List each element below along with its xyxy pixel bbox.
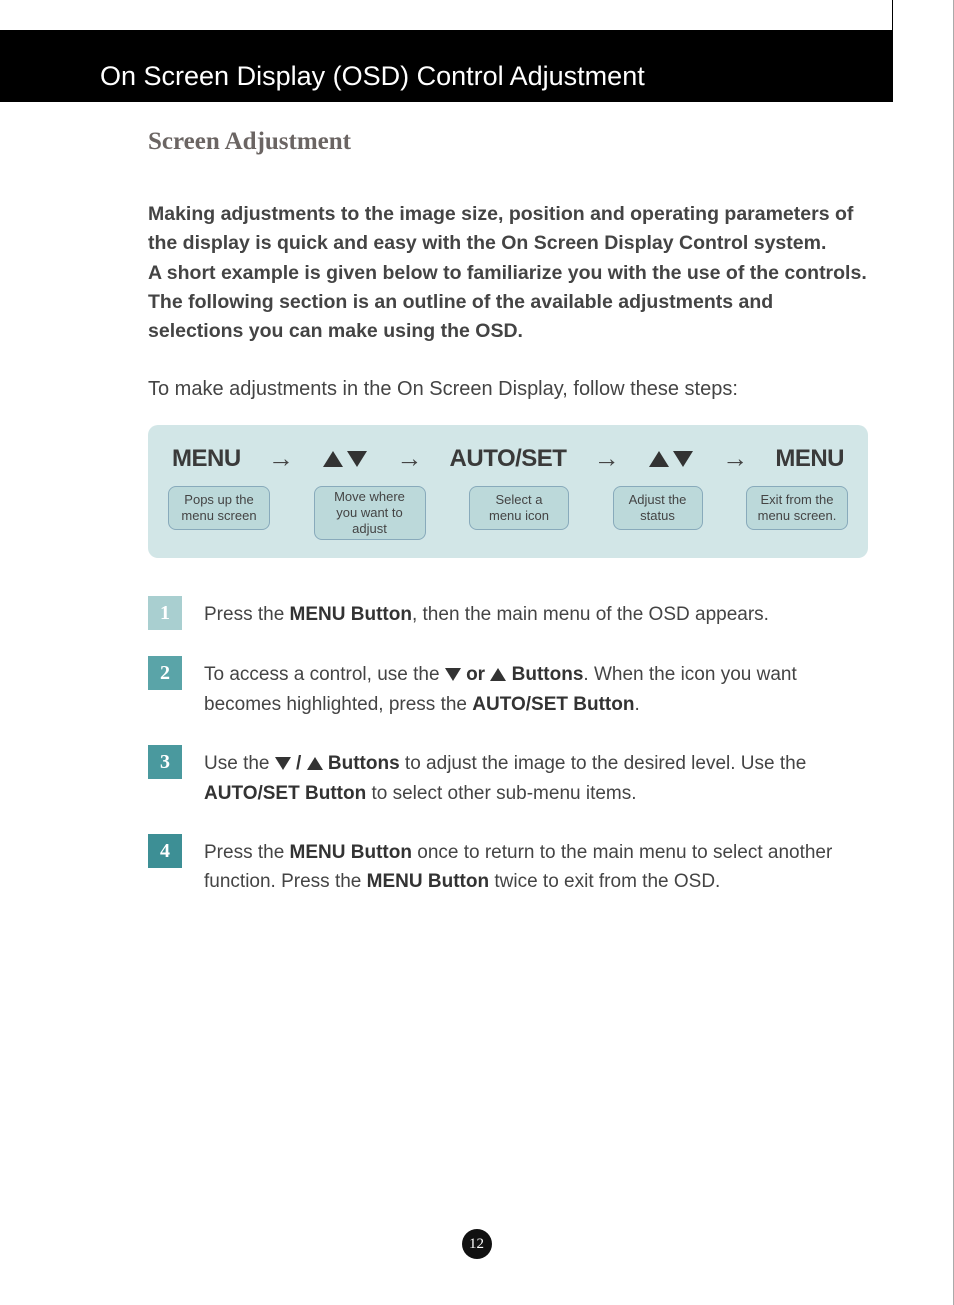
step-number: 2 <box>148 656 182 690</box>
steps-list: 1 Press the MENU Button, then the main m… <box>148 596 868 897</box>
step-text: Use the / Buttons to adjust the image to… <box>204 745 868 808</box>
text: twice to exit from the OSD. <box>489 871 720 892</box>
down-triangle-icon <box>445 668 461 681</box>
flow-desc-1: Pops up the menu screen <box>168 486 270 530</box>
text-bold: MENU Button <box>290 842 412 863</box>
step-text: Press the MENU Button once to return to … <box>204 834 868 897</box>
text-bold: Buttons <box>506 664 583 685</box>
flow-menu-label: MENU <box>172 445 241 473</box>
text: To access a control, use the <box>204 664 445 685</box>
step-2: 2 To access a control, use the or Button… <box>148 656 868 719</box>
flow-desc-row: Pops up the menu screen Move where you w… <box>168 486 848 540</box>
header-title: On Screen Display (OSD) Control Adjustme… <box>100 61 645 92</box>
flow-desc-3: Select a menu icon <box>469 486 569 530</box>
flow-panel: MENU → → AUTO/SET → → MENU Pops up the m… <box>148 425 868 558</box>
up-triangle-icon <box>490 668 506 681</box>
step-4: 4 Press the MENU Button once to return t… <box>148 834 868 897</box>
top-divider <box>892 0 893 30</box>
text: Press the <box>204 842 290 863</box>
flow-row: MENU → → AUTO/SET → → MENU <box>168 443 848 474</box>
step-text: Press the MENU Button, then the main men… <box>204 596 868 629</box>
manual-page: On Screen Display (OSD) Control Adjustme… <box>0 0 954 1305</box>
text: Use the <box>204 753 275 774</box>
step-number: 4 <box>148 834 182 868</box>
text-bold: / <box>291 753 307 774</box>
text: , then the main menu of the OSD appears. <box>412 604 769 625</box>
text-bold: MENU Button <box>367 871 489 892</box>
section-title: Screen Adjustment <box>148 128 868 156</box>
page-number: 12 <box>462 1229 492 1259</box>
header-bar: On Screen Display (OSD) Control Adjustme… <box>0 30 893 102</box>
text-bold: AUTO/SET Button <box>472 694 634 715</box>
step-1: 1 Press the MENU Button, then the main m… <box>148 596 868 630</box>
lead-text: To make adjustments in the On Screen Dis… <box>148 378 868 401</box>
up-triangle-icon <box>307 757 323 770</box>
intro-paragraph: Making adjustments to the image size, po… <box>148 200 868 346</box>
up-down-icon <box>321 451 369 467</box>
arrow-icon: → <box>722 443 748 474</box>
text: Press the <box>204 604 290 625</box>
text: . <box>634 694 639 715</box>
flow-menu2-label: MENU <box>775 445 844 473</box>
down-triangle-icon <box>275 757 291 770</box>
text-bold: Buttons <box>323 753 400 774</box>
flow-desc-2: Move where you want to adjust <box>314 486 426 540</box>
flow-desc-5: Exit from the menu screen. <box>746 486 848 530</box>
arrow-icon: → <box>268 443 294 474</box>
step-number: 1 <box>148 596 182 630</box>
text-bold: MENU Button <box>290 604 412 625</box>
step-text: To access a control, use the or Buttons.… <box>204 656 868 719</box>
flow-desc-4: Adjust the status <box>613 486 703 530</box>
text: to select other sub-menu items. <box>366 783 636 804</box>
text-bold: AUTO/SET Button <box>204 783 366 804</box>
text-bold: or <box>461 664 491 685</box>
up-down-icon <box>647 451 695 467</box>
arrow-icon: → <box>594 443 620 474</box>
text: to adjust the image to the desired level… <box>400 753 807 774</box>
flow-autoset-label: AUTO/SET <box>450 445 567 473</box>
step-3: 3 Use the / Buttons to adjust the image … <box>148 745 868 808</box>
step-number: 3 <box>148 745 182 779</box>
arrow-icon: → <box>396 443 422 474</box>
content: Screen Adjustment Making adjustments to … <box>148 128 868 923</box>
